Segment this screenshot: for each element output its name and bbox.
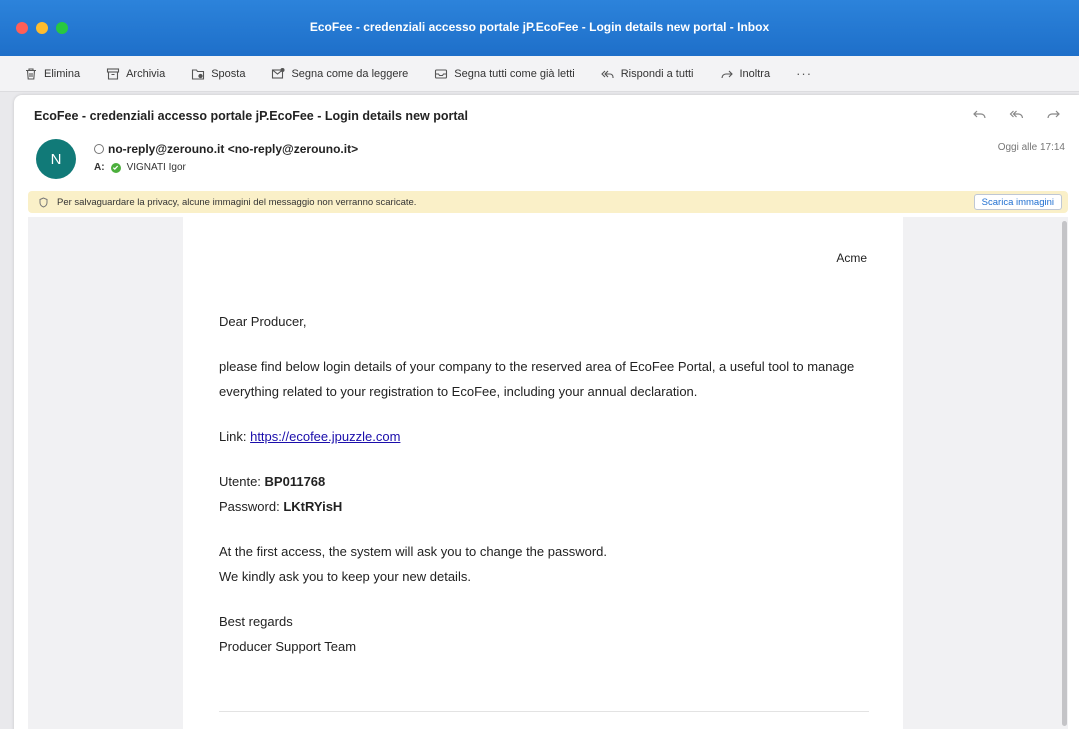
link-line: Link: https://ecofee.jpuzzle.com — [219, 424, 879, 449]
archive-button[interactable]: Archivia — [106, 67, 165, 81]
move-button[interactable]: Sposta — [191, 67, 245, 81]
user-label: Utente: — [219, 474, 261, 489]
credentials: Utente: BP011768 Password: LKtRYisH — [219, 469, 879, 519]
message-text: Dear Producer, please find below login d… — [219, 309, 879, 679]
user-value: BP011768 — [264, 474, 326, 489]
forward-icon — [720, 67, 734, 81]
password-label: Password: — [219, 499, 280, 514]
recipient-line: A: VIGNATI Igor — [94, 162, 186, 173]
forward-action-button[interactable] — [1046, 107, 1061, 122]
message-body-area: Acme Dear Producer, please find below lo… — [28, 217, 1068, 729]
portal-link[interactable]: https://ecofee.jpuzzle.com — [250, 429, 400, 444]
password-value: LKtRYisH — [283, 499, 343, 514]
archive-label: Archivia — [126, 67, 166, 80]
team-text: Producer Support Team — [219, 639, 357, 654]
mark-all-read-button[interactable]: Segna tutti come già letti — [434, 67, 575, 81]
minimize-window-button[interactable] — [36, 22, 48, 34]
folder-move-icon — [191, 67, 205, 81]
message-actions — [972, 107, 1061, 122]
delete-label: Elimina — [44, 67, 81, 80]
close-window-button[interactable] — [16, 22, 28, 34]
link-label: Link: — [219, 429, 247, 444]
reply-icon — [973, 110, 986, 119]
company-name: Acme — [836, 251, 867, 265]
archive-icon — [106, 67, 120, 81]
forward-label: Inoltra — [739, 67, 771, 80]
sender-line[interactable]: no-reply@zerouno.it <no-reply@zerouno.it… — [94, 142, 358, 156]
move-label: Sposta — [211, 67, 246, 80]
forward-button[interactable]: Inoltra — [720, 67, 771, 81]
mark-unread-label: Segna come da leggere — [291, 67, 409, 80]
greeting: Dear Producer, — [219, 314, 307, 329]
sender-address: no-reply@zerouno.it <no-reply@zerouno.it… — [108, 142, 359, 156]
toolbar: Elimina Archivia Sposta Segna come da le… — [0, 56, 1079, 92]
mark-unread-button[interactable]: Segna come da leggere — [271, 67, 408, 81]
message-date: Oggi alle 17:14 — [997, 142, 1065, 153]
envelope-open-icon — [434, 67, 448, 81]
unread-toggle-icon[interactable] — [94, 144, 104, 154]
first-access-text: At the first access, the system will ask… — [219, 544, 608, 559]
reply-all-action-icon — [1009, 110, 1024, 119]
scrollbar-thumb[interactable] — [1062, 221, 1067, 726]
footer-divider — [219, 711, 869, 712]
delete-button[interactable]: Elimina — [24, 67, 80, 81]
message-pane: EcoFee - credenziali accesso portale jP.… — [14, 95, 1079, 729]
zoom-window-button[interactable] — [56, 22, 68, 34]
trash-icon — [24, 67, 38, 81]
intro-paragraph: please find below login details of your … — [219, 359, 855, 399]
privacy-banner: Per salvaguardare la privacy, alcune imm… — [28, 191, 1068, 213]
privacy-shield-icon — [39, 196, 48, 208]
reply-all-label: Rispondi a tutti — [620, 67, 694, 80]
reply-all-button[interactable]: Rispondi a tutti — [600, 67, 694, 81]
regards-text: Best regards — [219, 614, 293, 629]
window-titlebar: EcoFee - credenziali accesso portale jP.… — [0, 0, 1079, 56]
mark-all-read-label: Segna tutti come già letti — [454, 67, 575, 80]
vertical-scrollbar[interactable] — [1060, 217, 1068, 729]
forward-action-icon — [1047, 110, 1060, 119]
more-button[interactable]: ··· — [796, 66, 812, 81]
reply-all-action-button[interactable] — [1009, 107, 1024, 122]
reply-all-icon — [600, 67, 615, 81]
recipient-name[interactable]: VIGNATI Igor — [127, 162, 186, 173]
download-images-button[interactable]: Scarica immagini — [973, 194, 1062, 210]
instructions: At the first access, the system will ask… — [219, 539, 879, 589]
message-subject: EcoFee - credenziali accesso portale jP.… — [34, 109, 468, 123]
window-controls — [16, 22, 68, 34]
privacy-banner-text: Per salvaguardare la privacy, alcune imm… — [57, 196, 417, 208]
reply-button[interactable] — [972, 107, 987, 122]
window-title: EcoFee - credenziali accesso portale jP.… — [309, 20, 770, 34]
sender-avatar: N — [36, 139, 76, 179]
to-label: A: — [94, 162, 105, 173]
envelope-icon — [271, 67, 286, 81]
message-card: Acme Dear Producer, please find below lo… — [183, 217, 903, 729]
verified-check-icon — [110, 162, 121, 173]
signature: Best regards Producer Support Team — [219, 609, 879, 659]
keep-details-text: We kindly ask you to keep your new detai… — [219, 569, 471, 584]
